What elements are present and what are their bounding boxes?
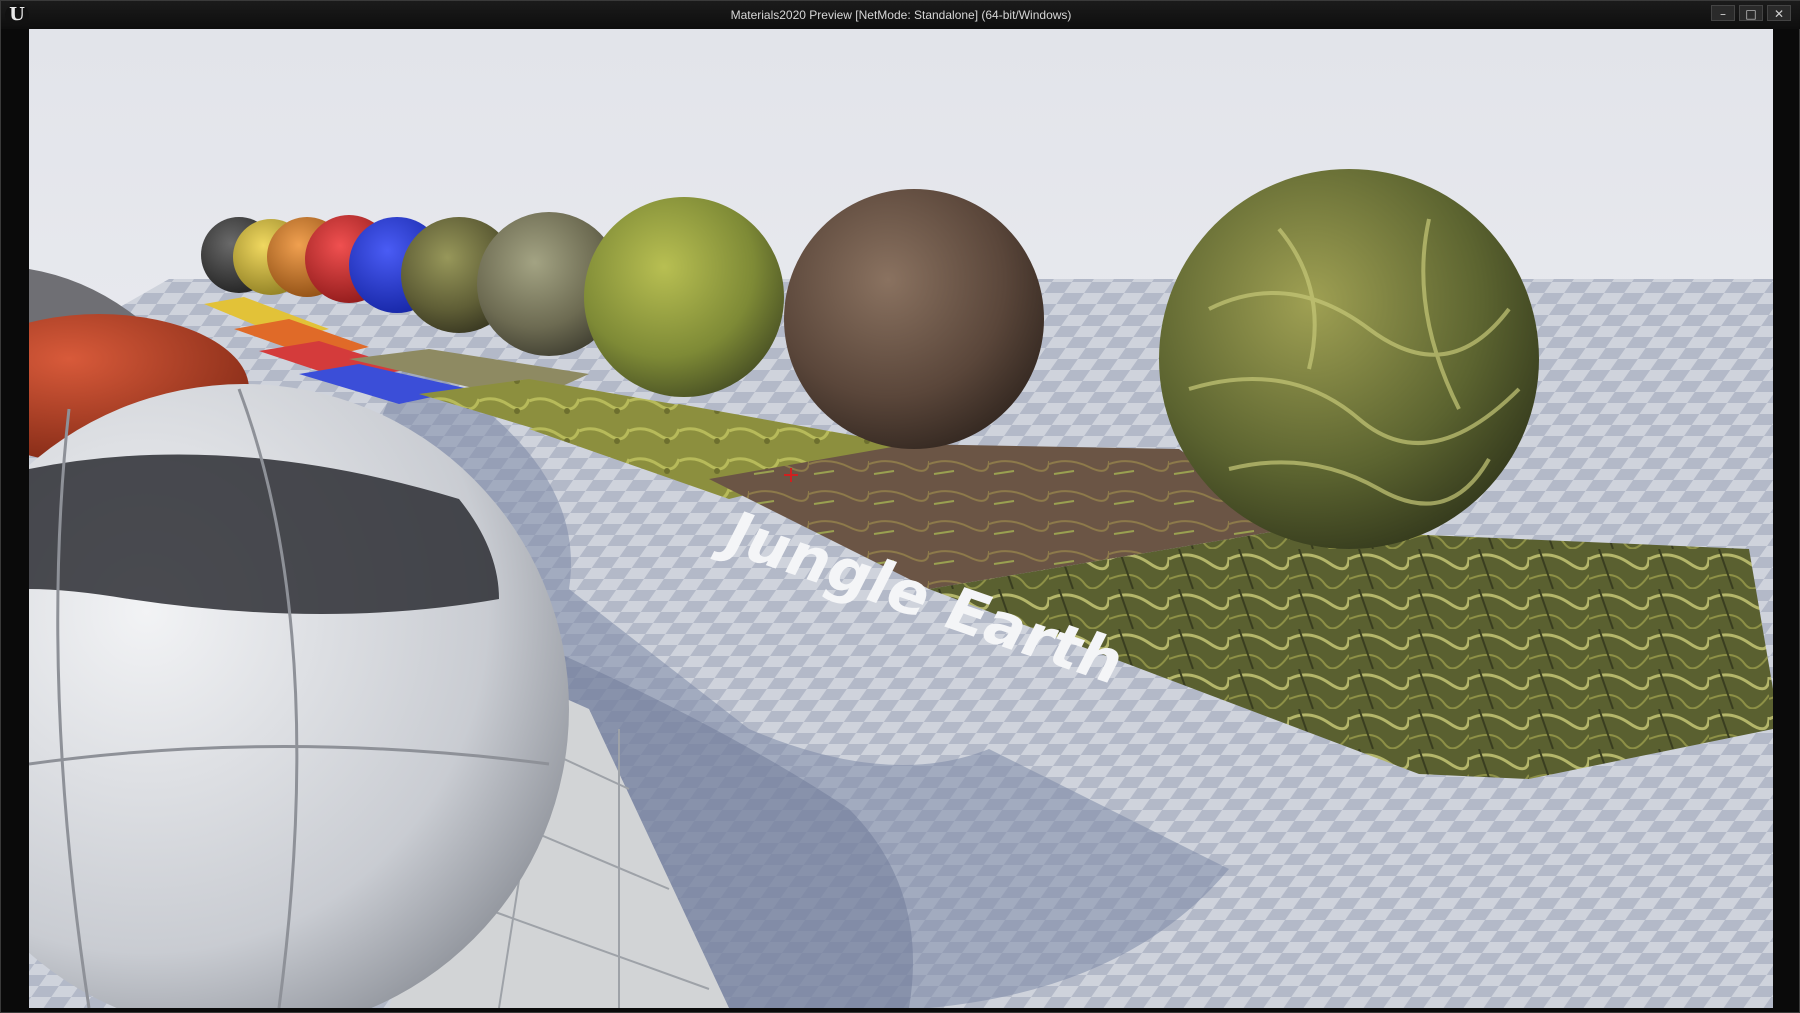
sphere-jungle-earth <box>784 189 1044 449</box>
game-viewport[interactable]: Jungle Earth <box>29 29 1773 1008</box>
minimize-button[interactable]: – <box>1711 5 1735 21</box>
game-window: U Materials2020 Preview [NetMode: Standa… <box>0 0 1800 1013</box>
window-controls: – □ ✕ <box>1711 5 1791 23</box>
title-bar[interactable]: U Materials2020 Preview [NetMode: Standa… <box>1 1 1800 29</box>
close-icon: ✕ <box>1773 7 1785 21</box>
maximize-button[interactable]: □ <box>1739 5 1763 21</box>
close-button[interactable]: ✕ <box>1767 5 1791 21</box>
window-title: Materials2020 Preview [NetMode: Standalo… <box>730 8 1072 22</box>
minimize-icon: – <box>1720 7 1726 21</box>
maximize-icon: □ <box>1745 7 1757 21</box>
sphere-moss <box>584 197 784 397</box>
sphere-jungle-roots <box>1159 169 1539 549</box>
